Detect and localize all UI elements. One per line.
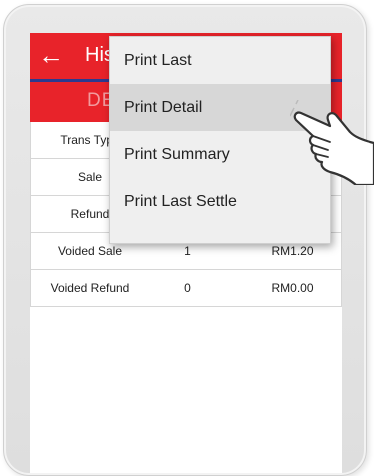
menu-item-print-last[interactable]: Print Last (110, 37, 330, 84)
count-cell: 1 (184, 244, 191, 258)
back-arrow-icon[interactable]: ← (38, 41, 64, 69)
table-row: Voided Refund 0 RM0.00 (30, 270, 342, 307)
count-cell: 0 (184, 281, 191, 295)
tapping-hand-icon (290, 100, 374, 185)
menu-item-print-last-settle[interactable]: Print Last Settle (110, 178, 330, 225)
trans-type-cell: Voided Sale (57, 244, 123, 258)
amount-cell: RM0.00 (271, 281, 314, 295)
amount-cell: RM1.20 (271, 244, 314, 258)
trans-type-cell: Voided Refund (50, 281, 130, 295)
